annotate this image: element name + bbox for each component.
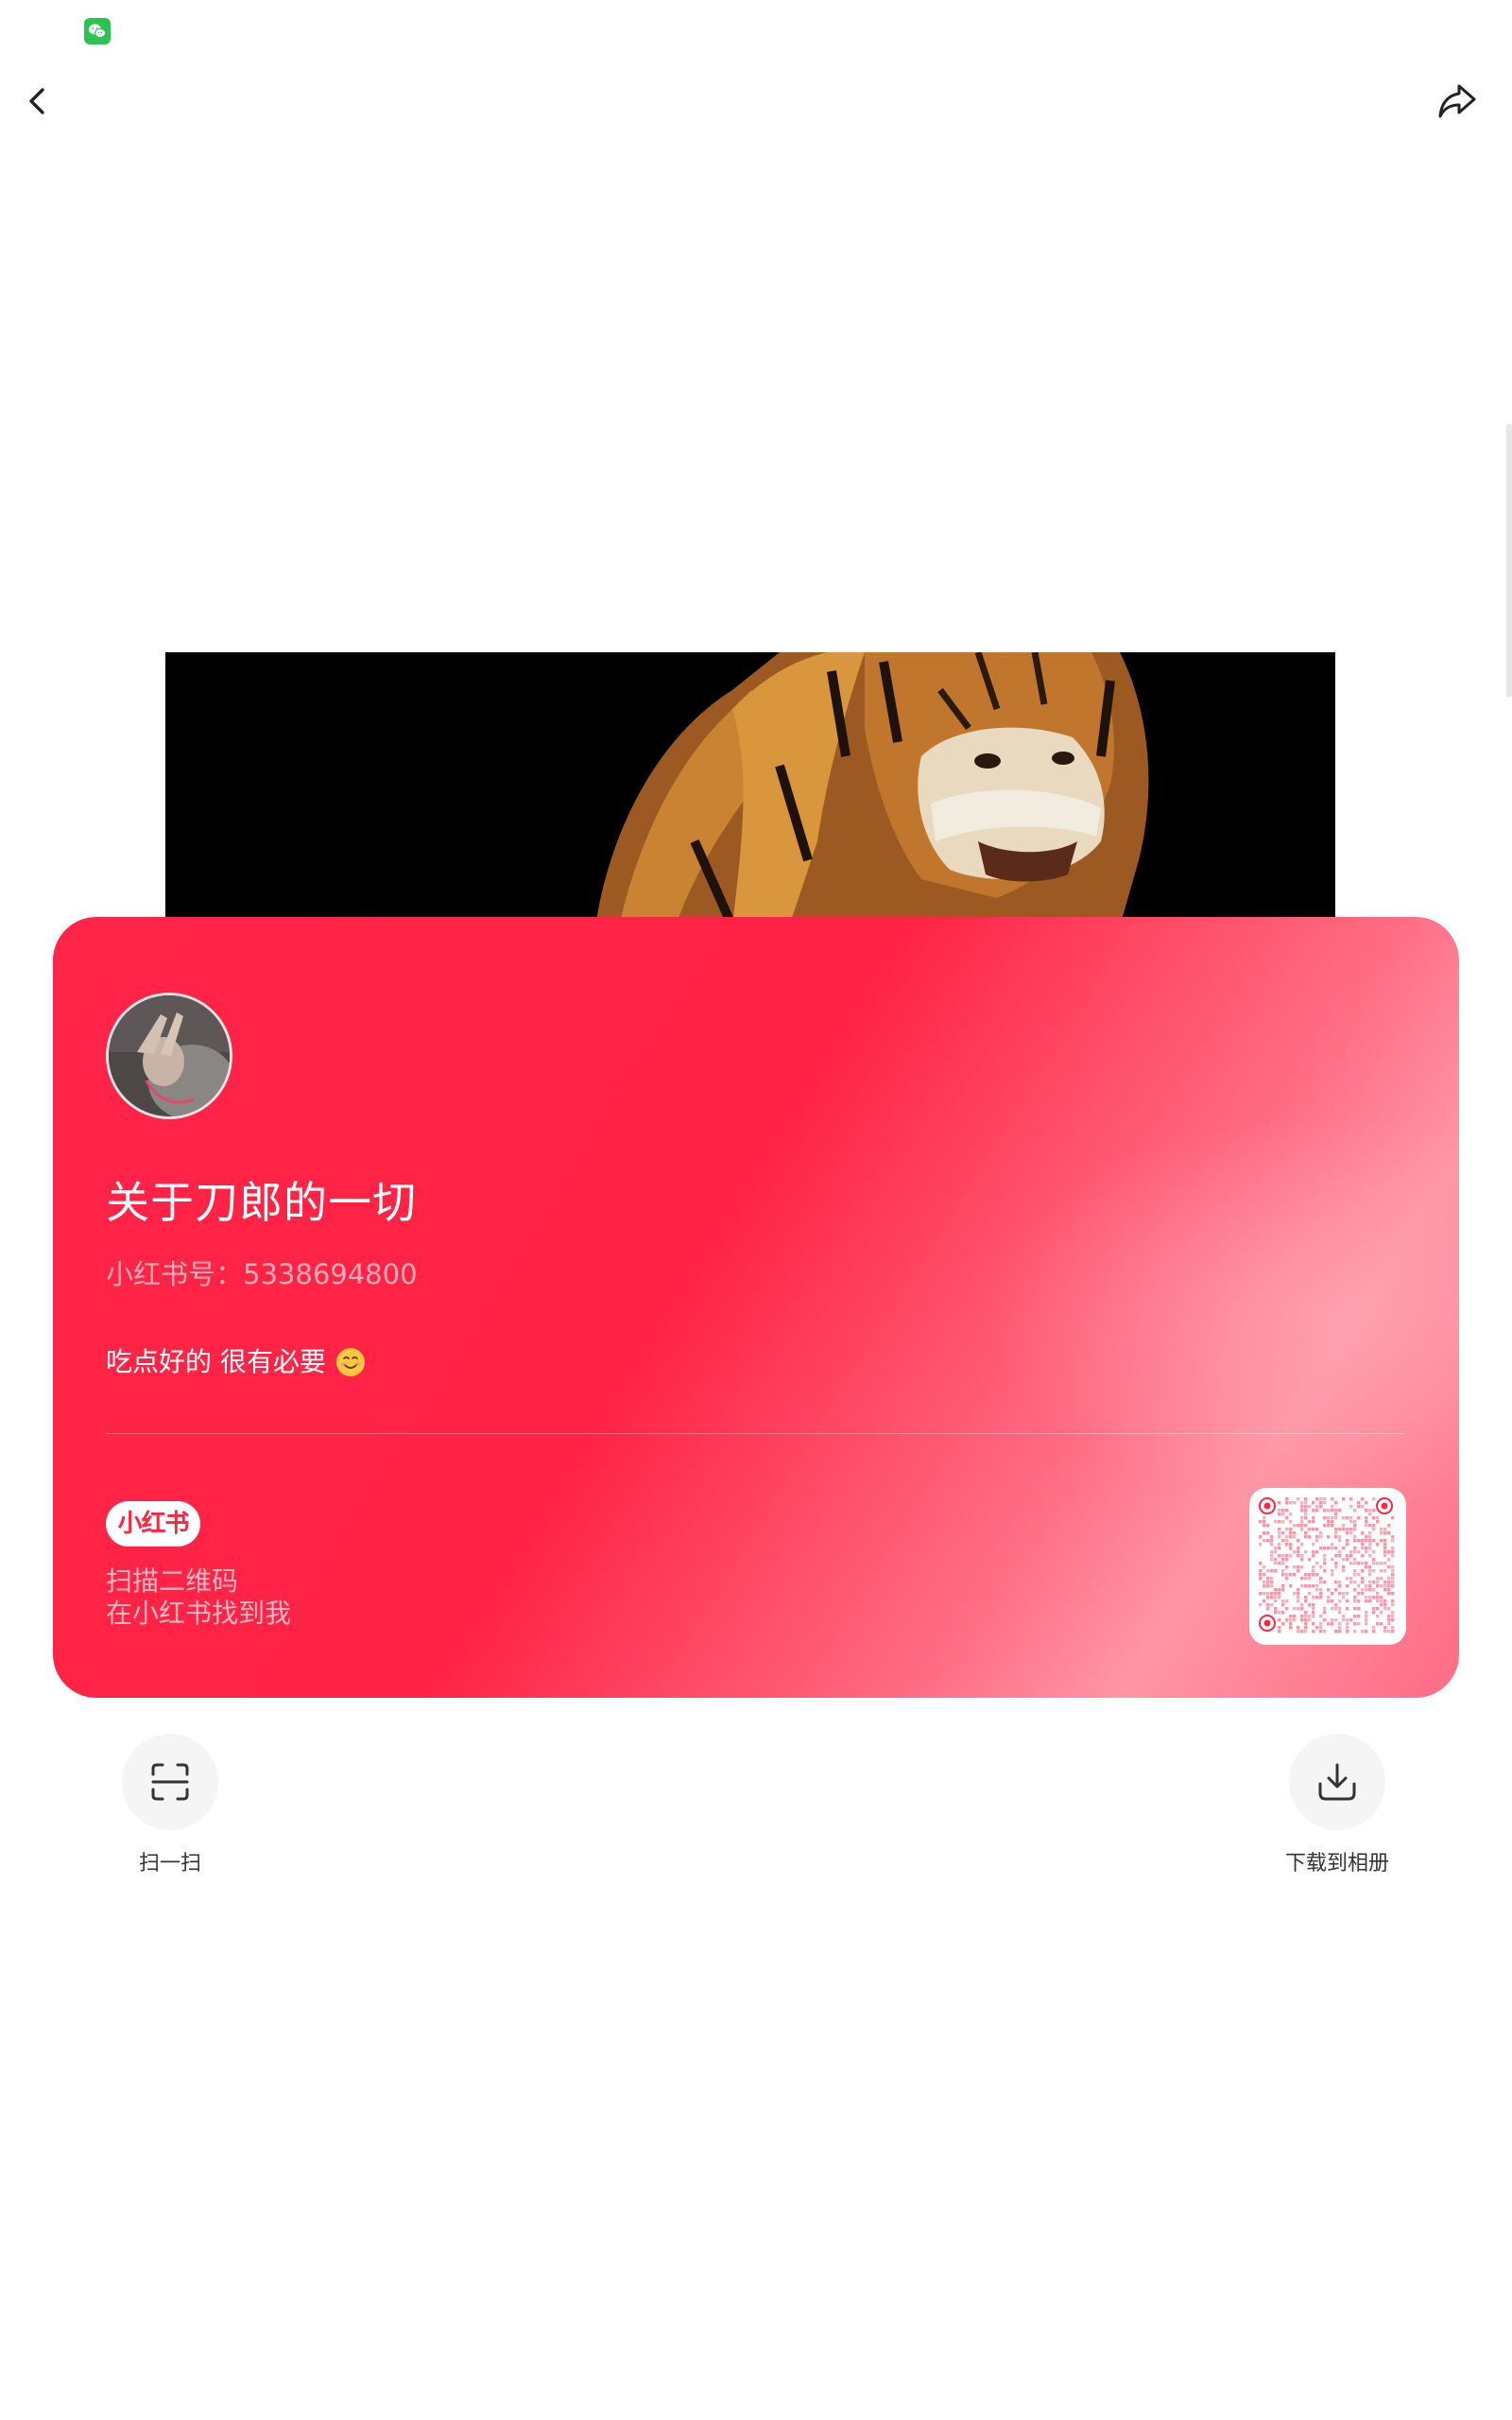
profile-bio-text: 吃点好的 很有必要	[106, 1346, 326, 1377]
card-divider	[106, 1433, 1404, 1434]
chevron-left-icon	[29, 88, 44, 114]
scan-hint-line2: 在小红书找到我	[106, 1598, 292, 1629]
qr-code-icon	[1259, 1497, 1395, 1634]
share-button[interactable]	[1427, 71, 1487, 131]
avatar[interactable]	[106, 993, 232, 1119]
scan-icon	[151, 1763, 189, 1801]
scan-label: 扫一扫	[138, 1852, 201, 1876]
tiger-image	[165, 652, 1335, 926]
wechat-icon	[84, 18, 111, 44]
qr-code[interactable]	[1249, 1488, 1406, 1645]
xiaohongshu-logo: 小红书	[106, 1501, 200, 1547]
scan-hint-line1: 扫描二维码	[106, 1565, 239, 1597]
profile-id-label: 小红书号：	[106, 1258, 244, 1290]
smiling-face-emoji	[335, 1348, 365, 1376]
share-arrow-icon	[1438, 84, 1476, 118]
profile-bio: 吃点好的 很有必要	[106, 1342, 366, 1382]
scan-hint: 扫描二维码 在小红书找到我	[106, 1565, 291, 1630]
scan-button[interactable]	[122, 1734, 218, 1830]
profile-card: 关于刀郎的一切 小红书号：5338694800 吃点好的 很有必要 小红书 扫描…	[53, 917, 1459, 1698]
download-label: 下载到相册	[1284, 1852, 1389, 1876]
profile-id-value: 5338694800	[243, 1258, 418, 1290]
back-button[interactable]	[8, 71, 68, 131]
download-icon	[1318, 1763, 1356, 1801]
scan-action[interactable]: 扫一扫	[76, 1734, 265, 1879]
profile-name: 关于刀郎的一切	[106, 1177, 417, 1228]
download-action[interactable]: 下载到相册	[1243, 1734, 1432, 1879]
scrollbar[interactable]	[1506, 424, 1512, 698]
profile-id: 小红书号：5338694800	[106, 1255, 418, 1293]
download-button[interactable]	[1289, 1734, 1385, 1830]
